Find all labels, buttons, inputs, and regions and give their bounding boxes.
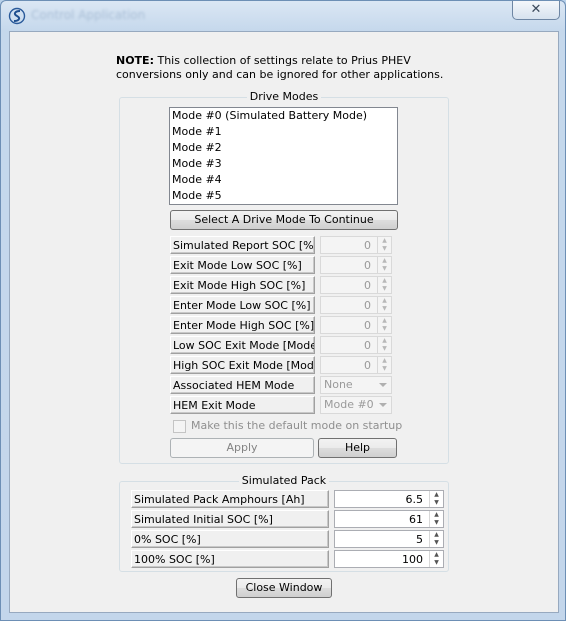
field-label: Low SOC Exit Mode [Mode#] (170, 336, 315, 354)
down-arrow-icon[interactable]: ▼ (378, 265, 391, 273)
up-arrow-icon[interactable]: ▲ (430, 511, 443, 519)
spinner-arrows: ▲ ▼ (429, 491, 443, 507)
down-arrow-icon[interactable]: ▼ (430, 519, 443, 527)
spinner-value: 0 (364, 359, 371, 372)
associated-hem-mode-value: None (324, 378, 353, 391)
help-button[interactable]: Help (318, 438, 397, 458)
field-label: Enter Mode High SOC [%] (170, 316, 315, 334)
numeric-spinner[interactable]: 0 ▲ ▼ (320, 276, 392, 294)
simulated-pack-legend: Simulated Pack (238, 474, 330, 487)
note-body: This collection of settings relate to Pr… (116, 54, 444, 81)
drive-mode-list-item[interactable]: Mode #4 (170, 172, 397, 188)
numeric-spinner[interactable]: 61 ▲ ▼ (334, 510, 444, 528)
spinner-value: 0 (364, 339, 371, 352)
drive-mode-list-item[interactable]: Mode #5 (170, 188, 397, 204)
close-icon[interactable]: ✕ (512, 1, 560, 20)
spinner-value: 100 (402, 553, 423, 566)
up-arrow-icon[interactable]: ▲ (378, 237, 391, 245)
title-bar[interactable]: Control Application ✕ (1, 1, 565, 29)
down-arrow-icon[interactable]: ▼ (378, 305, 391, 313)
default-mode-label: Make this the default mode on startup (191, 419, 403, 432)
drive-mode-list[interactable]: Mode #0 (Simulated Battery Mode) Mode #1 M… (169, 107, 398, 205)
field-label: Simulated Pack Amphours [Ah] (131, 490, 329, 508)
numeric-spinner[interactable]: 0 ▲ ▼ (320, 356, 392, 374)
spinner-value: 0 (364, 299, 371, 312)
numeric-spinner[interactable]: 6.5 ▲ ▼ (334, 490, 444, 508)
down-arrow-icon[interactable]: ▼ (378, 365, 391, 373)
numeric-spinner[interactable]: 100 ▲ ▼ (334, 550, 444, 568)
up-arrow-icon[interactable]: ▲ (430, 491, 443, 499)
apply-button[interactable]: Apply (170, 438, 314, 458)
hem-exit-mode-select[interactable]: Mode #0 (320, 396, 392, 414)
note-text: NOTE: This collection of settings relate… (116, 54, 476, 82)
field-label: Exit Mode Low SOC [%] (170, 256, 315, 274)
up-arrow-icon[interactable]: ▲ (378, 257, 391, 265)
associated-hem-mode-label: Associated HEM Mode (170, 376, 315, 394)
down-arrow-icon[interactable]: ▼ (430, 539, 443, 547)
up-arrow-icon[interactable]: ▲ (378, 297, 391, 305)
up-arrow-icon[interactable]: ▲ (378, 337, 391, 345)
spinner-arrows: ▲ ▼ (429, 511, 443, 527)
numeric-spinner[interactable]: 0 ▲ ▼ (320, 316, 392, 334)
up-arrow-icon[interactable]: ▲ (378, 317, 391, 325)
spinner-arrows: ▲ ▼ (377, 257, 391, 273)
spinner-value: 6.5 (405, 493, 424, 506)
down-arrow-icon[interactable]: ▼ (378, 345, 391, 353)
spinner-arrows: ▲ ▼ (377, 297, 391, 313)
spinner-value: 0 (364, 259, 371, 272)
spinner-arrows: ▲ ▼ (377, 277, 391, 293)
numeric-spinner[interactable]: 0 ▲ ▼ (320, 236, 392, 254)
select-drive-mode-button[interactable]: Select A Drive Mode To Continue (170, 210, 398, 230)
numeric-spinner[interactable]: 0 ▲ ▼ (320, 256, 392, 274)
drive-modes-legend: Drive Modes (246, 90, 322, 103)
spinner-value: 0 (364, 279, 371, 292)
hem-exit-mode-label: HEM Exit Mode (170, 396, 315, 414)
field-label: Simulated Initial SOC [%] (131, 510, 329, 528)
chevron-down-icon (379, 403, 387, 407)
up-arrow-icon[interactable]: ▲ (430, 551, 443, 559)
spinner-arrows: ▲ ▼ (377, 317, 391, 333)
numeric-spinner[interactable]: 5 ▲ ▼ (334, 530, 444, 548)
numeric-spinner[interactable]: 0 ▲ ▼ (320, 296, 392, 314)
default-mode-checkbox[interactable] (173, 420, 186, 433)
down-arrow-icon[interactable]: ▼ (378, 325, 391, 333)
down-arrow-icon[interactable]: ▼ (378, 285, 391, 293)
app-logo-icon (8, 7, 26, 25)
chevron-down-icon (379, 383, 387, 387)
drive-mode-list-item[interactable]: Mode #0 (Simulated Battery Mode) (170, 108, 397, 124)
up-arrow-icon[interactable]: ▲ (430, 531, 443, 539)
spinner-arrows: ▲ ▼ (429, 531, 443, 547)
dialog-client-area: NOTE: This collection of settings relate… (9, 31, 559, 613)
note-label: NOTE: (116, 54, 154, 67)
spinner-arrows: ▲ ▼ (377, 337, 391, 353)
drive-mode-list-item[interactable]: Mode #2 (170, 140, 397, 156)
spinner-arrows: ▲ ▼ (377, 357, 391, 373)
window-title: Control Application (31, 8, 146, 22)
field-label: Enter Mode Low SOC [%] (170, 296, 315, 314)
up-arrow-icon[interactable]: ▲ (378, 277, 391, 285)
drive-mode-list-item[interactable]: Mode #1 (170, 124, 397, 140)
up-arrow-icon[interactable]: ▲ (378, 357, 391, 365)
hem-exit-mode-value: Mode #0 (324, 398, 374, 411)
spinner-value: 5 (416, 533, 423, 546)
associated-hem-mode-select[interactable]: None (320, 376, 392, 394)
spinner-value: 61 (409, 513, 423, 526)
down-arrow-icon[interactable]: ▼ (430, 499, 443, 507)
field-label: High SOC Exit Mode [Mode#] (170, 356, 315, 374)
field-label: Simulated Report SOC [%] (170, 236, 315, 254)
spinner-arrows: ▲ ▼ (377, 237, 391, 253)
down-arrow-icon[interactable]: ▼ (378, 245, 391, 253)
field-label: Exit Mode High SOC [%] (170, 276, 315, 294)
field-label: 100% SOC [%] (131, 550, 329, 568)
spinner-value: 0 (364, 319, 371, 332)
close-window-button[interactable]: Close Window (236, 578, 332, 598)
drive-mode-list-item[interactable]: Mode #3 (170, 156, 397, 172)
numeric-spinner[interactable]: 0 ▲ ▼ (320, 336, 392, 354)
spinner-arrows: ▲ ▼ (429, 551, 443, 567)
window-frame: Control Application ✕ NOTE: This collect… (0, 0, 566, 621)
field-label: 0% SOC [%] (131, 530, 329, 548)
spinner-value: 0 (364, 239, 371, 252)
down-arrow-icon[interactable]: ▼ (430, 559, 443, 567)
